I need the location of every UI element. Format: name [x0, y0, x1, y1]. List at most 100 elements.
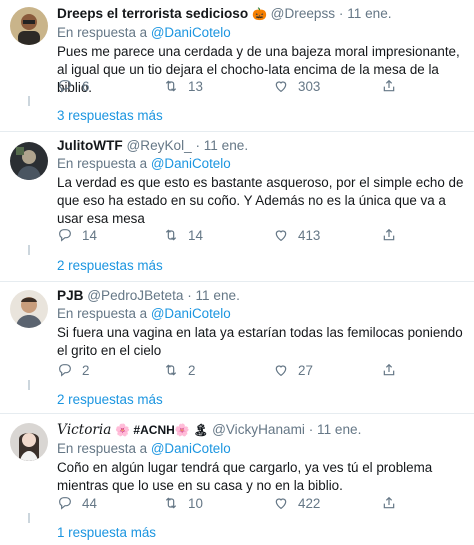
- reply-count: 44: [82, 495, 97, 511]
- reply-icon: [59, 364, 71, 377]
- tweet-header: Dreeps el terrorista sedicioso 🎃 @Dreeps…: [57, 5, 466, 23]
- tweet-text: Si fuera una vagina en lata ya estarían …: [57, 325, 463, 358]
- reply-icon: [59, 80, 71, 93]
- share-button[interactable]: [381, 494, 406, 512]
- retweet-button[interactable]: 13: [163, 77, 203, 95]
- retweet-icon: [165, 497, 177, 509]
- show-more-replies-link[interactable]: 1 respuesta más: [57, 525, 156, 541]
- mention-link[interactable]: @DaniCotelo: [151, 441, 231, 456]
- tweet-2[interactable]: JulitoWTF @ReyKol_ · 11 ene. En respuest…: [0, 132, 474, 282]
- avatar[interactable]: [10, 290, 48, 328]
- pumpkin-emoji-icon: 🎃: [251, 7, 267, 21]
- avatar[interactable]: [10, 142, 48, 180]
- dot-separator: ·: [338, 6, 344, 21]
- like-button[interactable]: 303: [273, 77, 320, 95]
- retweet-button[interactable]: 10: [163, 494, 203, 512]
- reply-context: En respuesta a @DaniCotelo: [57, 24, 466, 42]
- retweet-count: 2: [188, 362, 196, 378]
- tweet-text: Coño en algún lugar tendrá que cargarlo,…: [57, 460, 433, 493]
- heart-icon: [275, 81, 287, 93]
- reply-count: 6: [82, 78, 90, 94]
- tweet-header: PJB @PedroJBeteta · 11 ene.: [57, 287, 466, 304]
- handle[interactable]: @Dreepss: [271, 6, 335, 21]
- reply-icon: [59, 229, 71, 242]
- share-icon: [383, 363, 395, 376]
- reply-prefix: En respuesta a: [57, 25, 148, 40]
- display-name[interactable]: PJB: [57, 288, 83, 303]
- reply-count: 2: [82, 362, 90, 378]
- thread-line: [28, 245, 30, 255]
- retweet-icon: [165, 364, 177, 376]
- dot-separator: ·: [308, 422, 314, 437]
- display-name[interactable]: 𝑉𝑖𝑐𝑡𝑜𝑟𝑖𝑎: [57, 422, 111, 438]
- tweet-header: 𝑉𝑖𝑐𝑡𝑜𝑟𝑖𝑎 🌸 #ACNH🌸 🏝 @VickyHanami · 11 en…: [57, 421, 466, 439]
- retweet-count: 10: [188, 495, 203, 511]
- like-count: 422: [298, 495, 321, 511]
- name-emojis: 🌸 #ACNH🌸 🏝: [115, 423, 209, 437]
- dot-separator: ·: [195, 138, 200, 153]
- reply-prefix: En respuesta a: [57, 156, 148, 171]
- reply-button[interactable]: 14: [57, 226, 97, 244]
- reply-button[interactable]: 6: [57, 77, 92, 95]
- like-count: 303: [298, 78, 321, 94]
- like-button[interactable]: 413: [273, 226, 320, 244]
- show-more-replies-link[interactable]: 2 respuestas más: [57, 392, 163, 408]
- tweet-actions: 14 14 413: [57, 226, 437, 244]
- tweet-text: La verdad es que esto es bastante asquer…: [57, 175, 464, 226]
- timestamp[interactable]: 11 ene.: [347, 6, 391, 21]
- retweet-icon: [165, 229, 177, 241]
- tweet-actions: 44 10 422: [57, 494, 437, 512]
- handle[interactable]: @PedroJBeteta: [87, 288, 183, 303]
- reply-count: 14: [82, 227, 97, 243]
- reply-context: En respuesta a @DaniCotelo: [57, 440, 466, 458]
- tweet-1[interactable]: Dreeps el terrorista sedicioso 🎃 @Dreeps…: [0, 0, 474, 132]
- reply-prefix: En respuesta a: [57, 441, 148, 456]
- retweet-count: 14: [188, 227, 203, 243]
- reply-context: En respuesta a @DaniCotelo: [57, 155, 466, 173]
- reply-prefix: En respuesta a: [57, 306, 148, 321]
- handle[interactable]: @ReyKol_: [126, 138, 191, 153]
- like-button[interactable]: 27: [273, 361, 313, 379]
- tweet-3[interactable]: PJB @PedroJBeteta · 11 ene. En respuesta…: [0, 282, 474, 414]
- reply-context: En respuesta a @DaniCotelo: [57, 305, 466, 323]
- display-name[interactable]: JulitoWTF: [57, 138, 123, 153]
- heart-icon: [275, 230, 287, 242]
- handle[interactable]: @VickyHanami: [212, 422, 305, 437]
- thread-line: [28, 96, 30, 106]
- share-icon: [383, 228, 395, 241]
- retweet-button[interactable]: 14: [163, 226, 203, 244]
- share-icon: [383, 79, 395, 92]
- tweet-actions: 2 2 27: [57, 361, 437, 379]
- show-more-replies-link[interactable]: 3 respuestas más: [57, 108, 163, 124]
- retweet-button[interactable]: 2: [163, 361, 198, 379]
- like-count: 413: [298, 227, 321, 243]
- like-count: 27: [298, 362, 313, 378]
- avatar[interactable]: [10, 423, 48, 461]
- reply-button[interactable]: 44: [57, 494, 97, 512]
- retweet-count: 13: [188, 78, 203, 94]
- timestamp[interactable]: 11 ene.: [204, 138, 248, 153]
- thread-line: [28, 513, 30, 523]
- share-icon: [383, 496, 395, 509]
- mention-link[interactable]: @DaniCotelo: [151, 306, 231, 321]
- retweet-icon: [165, 80, 177, 92]
- tweet-4[interactable]: 𝑉𝑖𝑐𝑡𝑜𝑟𝑖𝑎 🌸 #ACNH🌸 🏝 @VickyHanami · 11 en…: [0, 414, 474, 545]
- show-more-replies-link[interactable]: 2 respuestas más: [57, 258, 163, 274]
- thread-line: [28, 380, 30, 390]
- avatar[interactable]: [10, 7, 48, 45]
- share-button[interactable]: [381, 226, 406, 244]
- timestamp[interactable]: 11 ene.: [196, 288, 240, 303]
- timestamp[interactable]: 11 ene.: [317, 422, 361, 437]
- share-button[interactable]: [381, 77, 406, 95]
- reply-icon: [59, 497, 71, 510]
- heart-icon: [275, 365, 287, 377]
- reply-button[interactable]: 2: [57, 361, 92, 379]
- like-button[interactable]: 422: [273, 494, 320, 512]
- mention-link[interactable]: @DaniCotelo: [151, 156, 231, 171]
- mention-link[interactable]: @DaniCotelo: [151, 25, 231, 40]
- share-button[interactable]: [381, 361, 406, 379]
- heart-icon: [275, 498, 287, 510]
- tweet-actions: 6 13 303: [57, 77, 437, 95]
- tweet-header: JulitoWTF @ReyKol_ · 11 ene.: [57, 137, 466, 154]
- display-name[interactable]: Dreeps el terrorista sedicioso: [57, 6, 248, 21]
